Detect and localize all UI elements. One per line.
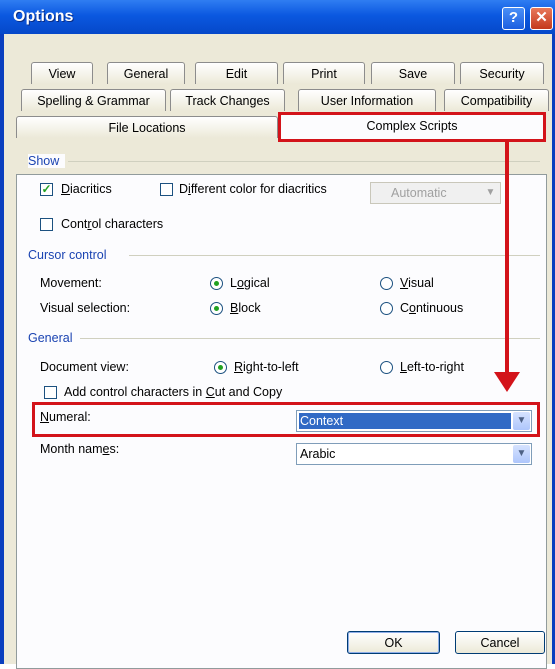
- show-divider: [68, 161, 540, 162]
- month-names-label: Month names:: [40, 442, 120, 456]
- movement-logical-label: Logical: [230, 276, 270, 290]
- control-characters-label: Control characters: [61, 217, 164, 231]
- tab-general[interactable]: General: [107, 62, 185, 84]
- help-button[interactable]: ?: [502, 7, 525, 30]
- tab-print[interactable]: Print: [283, 62, 365, 84]
- movement-label: Movement:: [40, 276, 102, 290]
- movement-logical-radio[interactable]: [210, 277, 223, 290]
- docview-rtl-radio[interactable]: [214, 361, 227, 374]
- month-names-select[interactable]: Arabic ▼: [296, 443, 532, 465]
- cancel-button[interactable]: Cancel: [455, 631, 545, 654]
- chevron-down-icon: ▼: [482, 184, 499, 202]
- annotation-arrow-head: [494, 372, 520, 392]
- window-title: Options: [13, 8, 74, 25]
- cut-copy-checkbox[interactable]: [44, 386, 57, 399]
- visual-continuous-radio[interactable]: [380, 302, 393, 315]
- cursor-divider: [129, 255, 540, 256]
- numeral-highlight: [32, 402, 540, 437]
- dialog-body: View General Edit Print Save Security Sp…: [4, 34, 552, 669]
- tab-save[interactable]: Save: [371, 62, 455, 84]
- visual-continuous-label: Continuous: [400, 301, 464, 315]
- ok-button[interactable]: OK: [347, 631, 440, 654]
- docview-ltr-label: Left-to-right: [400, 360, 464, 374]
- title-bar[interactable]: Options ? ✕: [0, 0, 555, 34]
- cursor-group-title: Cursor control: [28, 248, 113, 262]
- general-divider: [80, 338, 540, 339]
- diacritics-label: Diacritics: [61, 182, 112, 196]
- complex-scripts-highlight: [278, 112, 546, 142]
- tab-view[interactable]: View: [31, 62, 93, 84]
- movement-visual-label: Visual: [400, 276, 434, 290]
- document-view-label: Document view:: [40, 360, 129, 374]
- cut-copy-label: Add control characters in Cut and Copy: [64, 385, 283, 399]
- tab-spelling-grammar[interactable]: Spelling & Grammar: [21, 89, 166, 111]
- docview-rtl-label: Right-to-left: [234, 360, 299, 374]
- tab-edit[interactable]: Edit: [195, 62, 278, 84]
- docview-ltr-radio[interactable]: [380, 361, 393, 374]
- close-button[interactable]: ✕: [530, 7, 553, 30]
- options-dialog: Options ? ✕ View General Edit Print Save…: [0, 0, 555, 669]
- control-characters-checkbox[interactable]: [40, 218, 53, 231]
- tab-track-changes[interactable]: Track Changes: [170, 89, 285, 111]
- tab-user-information[interactable]: User Information: [298, 89, 436, 111]
- tab-file-locations[interactable]: File Locations: [16, 116, 278, 138]
- annotation-arrow-line: [505, 142, 509, 372]
- visual-block-radio[interactable]: [210, 302, 223, 315]
- show-group-title: Show: [28, 154, 66, 168]
- diff-color-checkbox[interactable]: [160, 183, 173, 196]
- diacritics-checkbox[interactable]: ✓: [40, 183, 53, 196]
- diacritic-color-select[interactable]: Automatic ▼: [370, 182, 501, 204]
- month-names-value: Arabic: [300, 447, 336, 461]
- visual-block-label: Block: [230, 301, 261, 315]
- diff-color-label: Different color for diacritics: [179, 182, 327, 196]
- diacritic-color-value: Automatic: [391, 186, 447, 200]
- general-group-title: General: [28, 331, 79, 345]
- chevron-down-icon: ▼: [513, 445, 530, 463]
- tab-compatibility[interactable]: Compatibility: [444, 89, 549, 111]
- movement-visual-radio[interactable]: [380, 277, 393, 290]
- tab-security[interactable]: Security: [460, 62, 544, 84]
- visual-selection-label: Visual selection:: [40, 301, 131, 315]
